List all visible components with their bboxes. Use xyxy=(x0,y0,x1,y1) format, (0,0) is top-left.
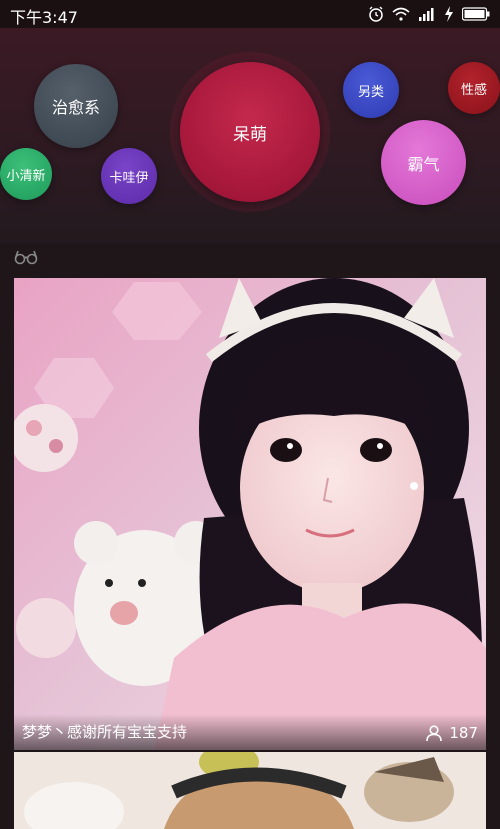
category-bubble-sexy[interactable]: 性感 xyxy=(448,62,500,114)
card-footer: 梦梦丶感谢所有宝宝支持 187 xyxy=(14,714,486,750)
streamer-photo xyxy=(14,278,486,750)
status-bar: 下午3:47 xyxy=(0,0,500,28)
charging-icon xyxy=(445,6,453,22)
person-icon xyxy=(426,725,443,742)
streamer-photo-2 xyxy=(14,752,486,829)
viewer-count: 187 xyxy=(425,724,478,742)
alarm-icon xyxy=(369,6,383,22)
live-room-card-2[interactable] xyxy=(14,752,486,829)
room-title: 梦梦丶感谢所有宝宝支持 xyxy=(22,723,188,741)
category-label: 呆萌 xyxy=(233,124,267,145)
category-bubble-kawaii[interactable]: 卡哇伊 xyxy=(101,148,157,204)
category-label: 霸气 xyxy=(407,154,440,174)
category-bubble-cute-selected[interactable]: 呆萌 xyxy=(180,62,320,202)
wifi-icon xyxy=(392,7,410,21)
glasses-icon xyxy=(14,250,38,265)
category-bubble-fresh[interactable]: 小清新 xyxy=(0,148,52,200)
category-label: 小清新 xyxy=(6,168,46,184)
signal-icon xyxy=(419,8,434,21)
status-icons xyxy=(368,4,490,24)
battery-icon xyxy=(462,7,490,21)
category-label: 另类 xyxy=(357,84,384,100)
live-room-card[interactable]: 梦梦丶感谢所有宝宝支持 187 xyxy=(14,278,486,750)
category-bubbles: 治愈系 呆萌 另类 性感 小清新 卡哇伊 霸气 xyxy=(0,28,500,243)
category-label: 卡哇伊 xyxy=(109,170,149,186)
category-bubble-healing[interactable]: 治愈系 xyxy=(34,64,118,148)
category-label: 治愈系 xyxy=(51,98,100,117)
status-time: 下午3:47 xyxy=(10,8,78,27)
viewer-count-value: 187 xyxy=(449,724,478,742)
category-label: 性感 xyxy=(460,82,487,98)
category-bubble-alternative[interactable]: 另类 xyxy=(343,62,399,118)
category-bubble-domineering[interactable]: 霸气 xyxy=(381,120,466,205)
